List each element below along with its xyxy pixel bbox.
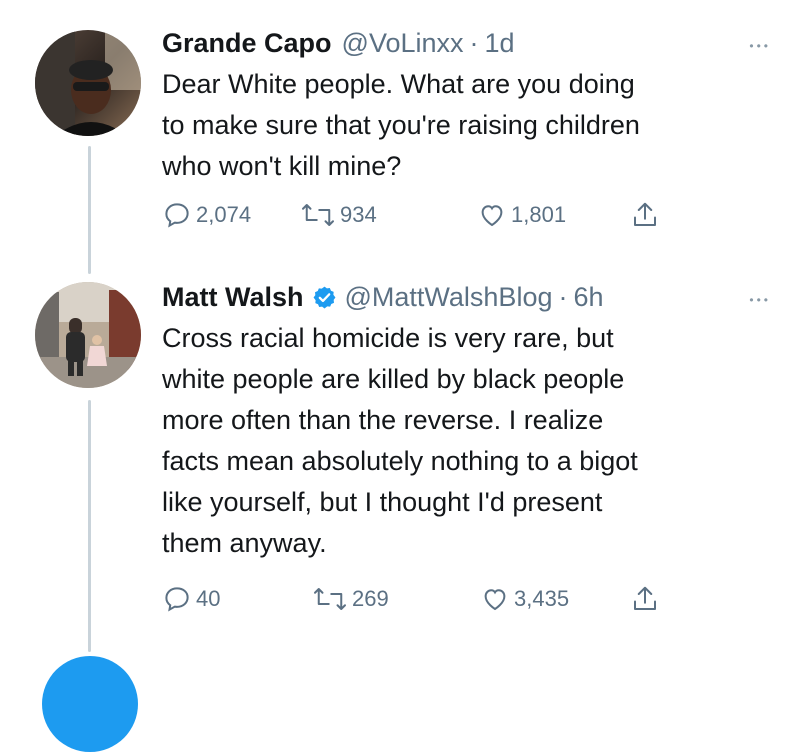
- tweet-1-header: Grande Capo @VoLinxx · 1d: [162, 26, 771, 60]
- tweet-1-like-count: 1,801: [511, 202, 567, 227]
- tweet-2-like-count: 3,435: [514, 586, 570, 611]
- tweet-2-text: Cross racial homicide is very rare, but …: [162, 318, 771, 564]
- tweet-2-more-icon[interactable]: •••: [749, 290, 771, 310]
- heart-icon: [481, 205, 503, 227]
- avatar-grande-capo[interactable]: [35, 30, 141, 136]
- share-icon: [634, 586, 656, 610]
- tweet-2-timestamp[interactable]: 6h: [573, 280, 603, 314]
- tweet-1-author-handle[interactable]: @VoLinxx: [342, 26, 464, 60]
- retweet-icon: [314, 588, 346, 610]
- tweet-2[interactable]: Matt Walsh @MattWalshBlog · 6h ••• Cross…: [162, 280, 771, 564]
- tweet-1-timestamp[interactable]: 1d: [485, 26, 515, 60]
- tweet-2-share-button[interactable]: [630, 584, 664, 614]
- tweet-1-text-line: to make sure that you're raising childre…: [162, 110, 640, 140]
- avatar-next-tweet[interactable]: [42, 656, 138, 752]
- tweet-2-reply-count: 40: [196, 586, 221, 611]
- tweet-2-retweet-count: 269: [352, 586, 389, 611]
- retweet-icon: [302, 204, 334, 226]
- tweet-1-retweet-button[interactable]: 934: [300, 200, 377, 230]
- tweet-2-author-name[interactable]: Matt Walsh: [162, 280, 304, 314]
- tweet-2-text-line: Cross racial homicide is very rare, but: [162, 323, 614, 353]
- tweet-2-text-line: white people are killed by black people: [162, 364, 625, 394]
- thread-line-1: [88, 146, 91, 274]
- tweet-2-retweet-button[interactable]: 269: [312, 584, 389, 614]
- reply-icon: [165, 203, 189, 228]
- tweet-2-text-line: more often than the reverse. I realize: [162, 405, 604, 435]
- tweet-1-text: Dear White people. What are you doing to…: [162, 64, 771, 187]
- tweet-2-header: Matt Walsh @MattWalshBlog · 6h: [162, 280, 771, 314]
- tweet-1-reply-count: 2,074: [196, 202, 252, 227]
- tweet-2-text-line: facts mean absolutely nothing to a bigot: [162, 446, 638, 476]
- tweet-1-text-line: who won't kill mine?: [162, 151, 402, 181]
- tweet-1-more-icon[interactable]: •••: [749, 36, 771, 56]
- tweet-1-reply-button[interactable]: 2,074: [162, 200, 251, 230]
- tweet-1-share-button[interactable]: [630, 200, 664, 230]
- tweet-2-text-line: them anyway.: [162, 528, 327, 558]
- tweet-1-retweet-count: 934: [340, 202, 377, 227]
- tweet-2-separator: ·: [558, 282, 568, 312]
- thread-line-2: [88, 400, 91, 652]
- share-icon: [634, 202, 656, 226]
- tweet-1[interactable]: Grande Capo @VoLinxx · 1d ••• Dear White…: [162, 26, 771, 187]
- heart-icon: [484, 589, 506, 611]
- tweet-2-author-handle[interactable]: @MattWalshBlog: [345, 280, 553, 314]
- tweet-1-like-button[interactable]: 1,801: [477, 200, 566, 230]
- tweet-2-text-line: like yourself, but I thought I'd present: [162, 487, 603, 517]
- verified-badge-icon: [313, 286, 335, 309]
- reply-icon: [165, 587, 189, 612]
- tweet-2-reply-button[interactable]: 40: [162, 584, 220, 614]
- tweet-1-text-line: Dear White people. What are you doing: [162, 69, 635, 99]
- tweet-1-separator: ·: [469, 28, 479, 58]
- avatar-matt-walsh[interactable]: [35, 282, 141, 388]
- tweet-2-like-button[interactable]: 3,435: [480, 584, 569, 614]
- tweet-1-author-name[interactable]: Grande Capo: [162, 26, 332, 60]
